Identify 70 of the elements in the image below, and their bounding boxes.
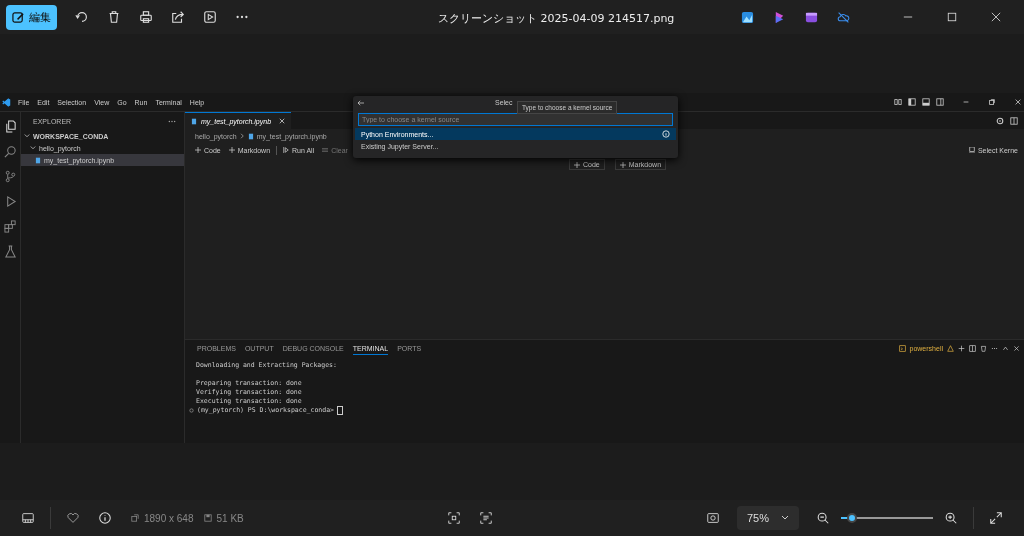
photo-app-icon[interactable]: [741, 10, 754, 24]
crop-icon[interactable]: [447, 511, 462, 525]
edit-icon: [12, 10, 25, 24]
image-dimensions: 1890 x 648: [144, 512, 194, 524]
image-size-icon: [131, 514, 139, 522]
sidebar-toggle-icon[interactable]: [908, 98, 916, 106]
maximize-icon[interactable]: [947, 12, 957, 22]
split-editor-icon[interactable]: [1010, 116, 1018, 125]
app-logo-icon: [2, 97, 11, 107]
minimize-icon[interactable]: [962, 98, 970, 106]
share-icon[interactable]: [171, 10, 185, 24]
warning-icon: [947, 345, 954, 352]
cloud-off-icon[interactable]: [837, 10, 850, 24]
chevron-icon: [24, 133, 30, 139]
flask-icon[interactable]: [3, 245, 17, 258]
edit-button[interactable]: 編集: [6, 4, 57, 30]
back-icon[interactable]: [357, 99, 365, 106]
save-icon: [203, 514, 212, 522]
settings-icon[interactable]: [996, 116, 1004, 125]
close-icon[interactable]: [279, 118, 286, 124]
plus-icon: [228, 147, 235, 153]
secondary-sidebar-icon[interactable]: [936, 98, 944, 106]
zoom-out-icon[interactable]: [816, 511, 830, 525]
plus-icon: [195, 147, 201, 153]
chevron-down-icon: [781, 515, 789, 521]
heart-icon[interactable]: [66, 511, 80, 525]
actual-size-icon[interactable]: [706, 511, 720, 525]
fullscreen-icon[interactable]: [989, 511, 1003, 525]
restore-icon[interactable]: [988, 98, 996, 106]
add-icon[interactable]: [958, 345, 965, 352]
kernel-icon: [968, 147, 975, 153]
close-icon[interactable]: [1014, 98, 1022, 106]
plus-icon: [619, 161, 626, 168]
split-icon[interactable]: [969, 345, 976, 352]
source-control-icon[interactable]: [3, 170, 17, 183]
chevron-icon: [239, 133, 245, 139]
notebook-icon: [247, 132, 254, 140]
file-size: 51 KB: [216, 512, 244, 524]
terminal-icon: [898, 345, 906, 352]
zoom-in-icon[interactable]: [944, 511, 958, 525]
info-icon[interactable]: [98, 511, 112, 525]
app-logo-icon[interactable]: [773, 10, 786, 24]
run-all-icon: [283, 147, 290, 153]
chevron-up-icon[interactable]: [1002, 345, 1009, 352]
layout-icon[interactable]: [894, 98, 902, 106]
file-title: スクリーンショット 2025-04-09 214517.png: [438, 11, 675, 26]
files-icon[interactable]: [3, 120, 17, 133]
close-icon[interactable]: [991, 12, 1001, 22]
search-icon[interactable]: [3, 145, 17, 158]
zoom-slider[interactable]: [841, 512, 933, 524]
zoom-dropdown[interactable]: 75%: [737, 506, 799, 530]
more-icon[interactable]: [168, 119, 176, 123]
video-app-icon[interactable]: [805, 10, 818, 24]
notebook-icon: [35, 156, 41, 164]
delete-icon[interactable]: [980, 345, 987, 352]
panel-toggle-icon[interactable]: [922, 98, 930, 106]
slideshow-icon[interactable]: [203, 10, 217, 24]
cursor: [336, 406, 343, 415]
more-icon[interactable]: [991, 345, 998, 352]
clear-icon: [322, 147, 329, 153]
delete-icon[interactable]: [107, 10, 121, 24]
filmstrip-icon[interactable]: [21, 511, 35, 525]
notebook-icon: [191, 117, 197, 125]
print-icon[interactable]: [139, 10, 153, 24]
rotate-icon[interactable]: [75, 10, 89, 24]
command-status-icon: [189, 408, 194, 413]
plus-icon: [574, 161, 580, 168]
extensions-icon[interactable]: [3, 220, 17, 233]
close-icon[interactable]: [1013, 345, 1020, 352]
text-scan-icon[interactable]: [479, 511, 494, 525]
